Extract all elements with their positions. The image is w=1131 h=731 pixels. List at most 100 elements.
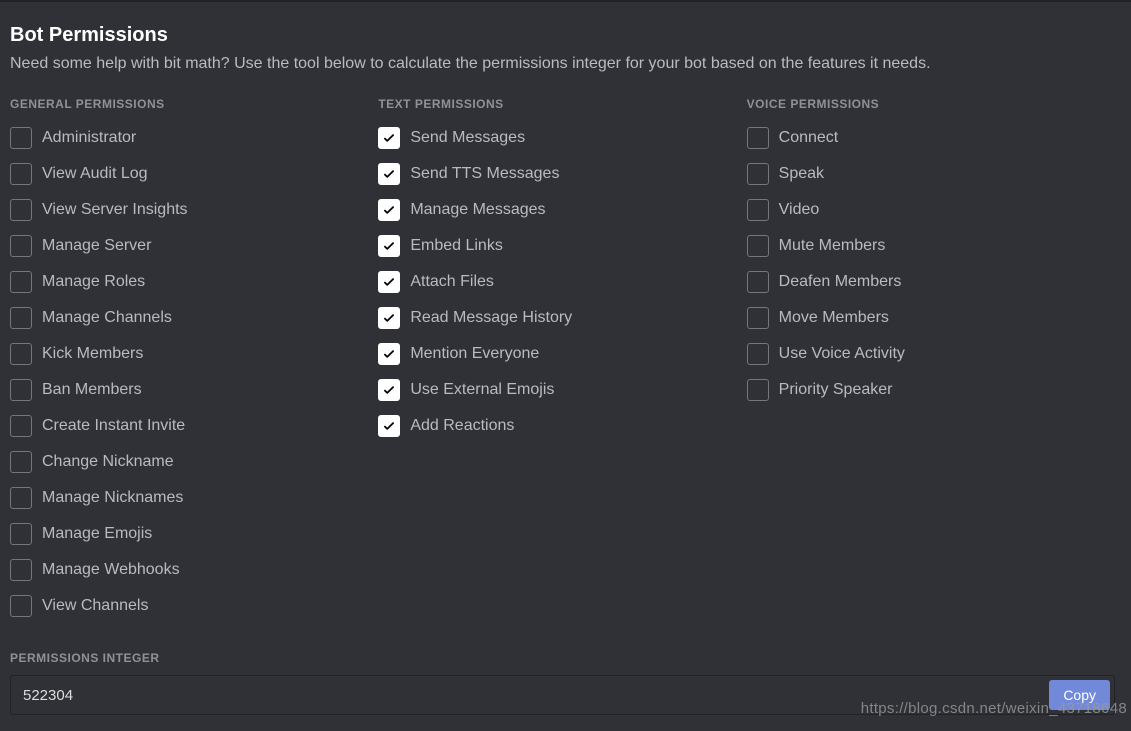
checkbox-label: Manage Roles: [42, 273, 145, 291]
permission-checkbox-row[interactable]: Send TTS Messages: [378, 163, 746, 185]
checkbox[interactable]: [378, 307, 400, 329]
checkbox[interactable]: [10, 307, 32, 329]
checkbox[interactable]: [747, 307, 769, 329]
permission-checkbox-row[interactable]: Mute Members: [747, 235, 1115, 257]
checkbox-label: Video: [779, 201, 820, 219]
checkbox-label: Connect: [779, 129, 839, 147]
permission-checkbox-row[interactable]: Move Members: [747, 307, 1115, 329]
checkbox[interactable]: [747, 199, 769, 221]
checkbox[interactable]: [10, 271, 32, 293]
checkbox[interactable]: [10, 523, 32, 545]
permission-checkbox-row[interactable]: Create Instant Invite: [10, 415, 378, 437]
permission-checkbox-row[interactable]: Embed Links: [378, 235, 746, 257]
permission-checkbox-row[interactable]: Use Voice Activity: [747, 343, 1115, 365]
main-container: Bot Permissions Need some help with bit …: [0, 2, 1131, 731]
checkbox[interactable]: [10, 595, 32, 617]
checkbox-label: Mention Everyone: [410, 345, 539, 363]
text-permissions-header: TEXT PERMISSIONS: [378, 97, 746, 111]
checkbox-label: Use External Emojis: [410, 381, 554, 399]
permission-checkbox-row[interactable]: Kick Members: [10, 343, 378, 365]
checkbox[interactable]: [10, 487, 32, 509]
checkbox-label: Embed Links: [410, 237, 503, 255]
checkbox[interactable]: [378, 271, 400, 293]
checkbox[interactable]: [747, 379, 769, 401]
permission-checkbox-row[interactable]: Send Messages: [378, 127, 746, 149]
permission-checkbox-row[interactable]: Manage Roles: [10, 271, 378, 293]
checkbox-label: Use Voice Activity: [779, 345, 905, 363]
permission-checkbox-row[interactable]: Read Message History: [378, 307, 746, 329]
checkbox-label: Deafen Members: [779, 273, 902, 291]
checkbox[interactable]: [10, 415, 32, 437]
checkbox[interactable]: [378, 415, 400, 437]
permission-checkbox-row[interactable]: View Channels: [10, 595, 378, 617]
checkbox-label: Manage Messages: [410, 201, 545, 219]
general-permissions-column: GENERAL PERMISSIONS Administrator View Au…: [10, 97, 378, 631]
text-permissions-list: Send Messages Send TTS Messages Manage Mes…: [378, 127, 746, 437]
checkbox-label: Send Messages: [410, 129, 525, 147]
checkbox[interactable]: [747, 343, 769, 365]
permission-checkbox-row[interactable]: Attach Files: [378, 271, 746, 293]
checkbox[interactable]: [747, 163, 769, 185]
checkbox-label: Manage Webhooks: [42, 561, 180, 579]
checkbox[interactable]: [10, 199, 32, 221]
checkbox-label: Manage Server: [42, 237, 151, 255]
checkbox-label: Create Instant Invite: [42, 417, 185, 435]
permission-checkbox-row[interactable]: Manage Server: [10, 235, 378, 257]
checkbox-label: Read Message History: [410, 309, 572, 327]
checkbox[interactable]: [747, 127, 769, 149]
checkbox[interactable]: [10, 559, 32, 581]
watermark: https://blog.csdn.net/weixin_43718648: [861, 700, 1127, 717]
checkbox-label: Manage Emojis: [42, 525, 152, 543]
checkbox-label: Attach Files: [410, 273, 494, 291]
permission-checkbox-row[interactable]: View Server Insights: [10, 199, 378, 221]
checkbox-label: Send TTS Messages: [410, 165, 559, 183]
permission-checkbox-row[interactable]: Deafen Members: [747, 271, 1115, 293]
checkbox-label: Change Nickname: [42, 453, 174, 471]
checkbox[interactable]: [378, 163, 400, 185]
text-permissions-column: TEXT PERMISSIONS Send Messages Send TTS M…: [378, 97, 746, 631]
checkbox[interactable]: [10, 379, 32, 401]
permission-checkbox-row[interactable]: Mention Everyone: [378, 343, 746, 365]
checkbox[interactable]: [378, 379, 400, 401]
checkbox[interactable]: [10, 127, 32, 149]
checkbox-label: Manage Channels: [42, 309, 172, 327]
permission-checkbox-row[interactable]: Change Nickname: [10, 451, 378, 473]
checkbox[interactable]: [10, 163, 32, 185]
permission-checkbox-row[interactable]: Manage Messages: [378, 199, 746, 221]
permission-checkbox-row[interactable]: Priority Speaker: [747, 379, 1115, 401]
page-title: Bot Permissions: [10, 24, 1115, 47]
permission-checkbox-row[interactable]: Ban Members: [10, 379, 378, 401]
checkbox[interactable]: [378, 343, 400, 365]
checkbox[interactable]: [10, 235, 32, 257]
checkbox-label: View Audit Log: [42, 165, 148, 183]
checkbox-label: Administrator: [42, 129, 136, 147]
checkbox[interactable]: [10, 451, 32, 473]
general-permissions-header: GENERAL PERMISSIONS: [10, 97, 378, 111]
permission-checkbox-row[interactable]: Video: [747, 199, 1115, 221]
permission-checkbox-row[interactable]: Administrator: [10, 127, 378, 149]
checkbox[interactable]: [378, 199, 400, 221]
checkbox-label: Manage Nicknames: [42, 489, 183, 507]
permission-checkbox-row[interactable]: Speak: [747, 163, 1115, 185]
permission-checkbox-row[interactable]: Use External Emojis: [378, 379, 746, 401]
checkbox-label: Add Reactions: [410, 417, 514, 435]
permission-checkbox-row[interactable]: Manage Emojis: [10, 523, 378, 545]
permission-checkbox-row[interactable]: Manage Channels: [10, 307, 378, 329]
checkbox[interactable]: [10, 343, 32, 365]
permission-checkbox-row[interactable]: Manage Nicknames: [10, 487, 378, 509]
permission-checkbox-row[interactable]: Connect: [747, 127, 1115, 149]
voice-permissions-list: Connect Speak Video Mute Members Deafen Memb…: [747, 127, 1115, 401]
checkbox[interactable]: [378, 235, 400, 257]
permission-checkbox-row[interactable]: View Audit Log: [10, 163, 378, 185]
checkbox[interactable]: [378, 127, 400, 149]
voice-permissions-column: VOICE PERMISSIONS Connect Speak Video Mute …: [747, 97, 1115, 631]
checkbox[interactable]: [747, 235, 769, 257]
permission-checkbox-row[interactable]: Manage Webhooks: [10, 559, 378, 581]
checkbox-label: View Server Insights: [42, 201, 188, 219]
voice-permissions-header: VOICE PERMISSIONS: [747, 97, 1115, 111]
checkbox[interactable]: [747, 271, 769, 293]
permission-checkbox-row[interactable]: Add Reactions: [378, 415, 746, 437]
general-permissions-list: Administrator View Audit Log View Server I…: [10, 127, 378, 617]
checkbox-label: Kick Members: [42, 345, 143, 363]
page-subtitle: Need some help with bit math? Use the to…: [10, 55, 1115, 73]
